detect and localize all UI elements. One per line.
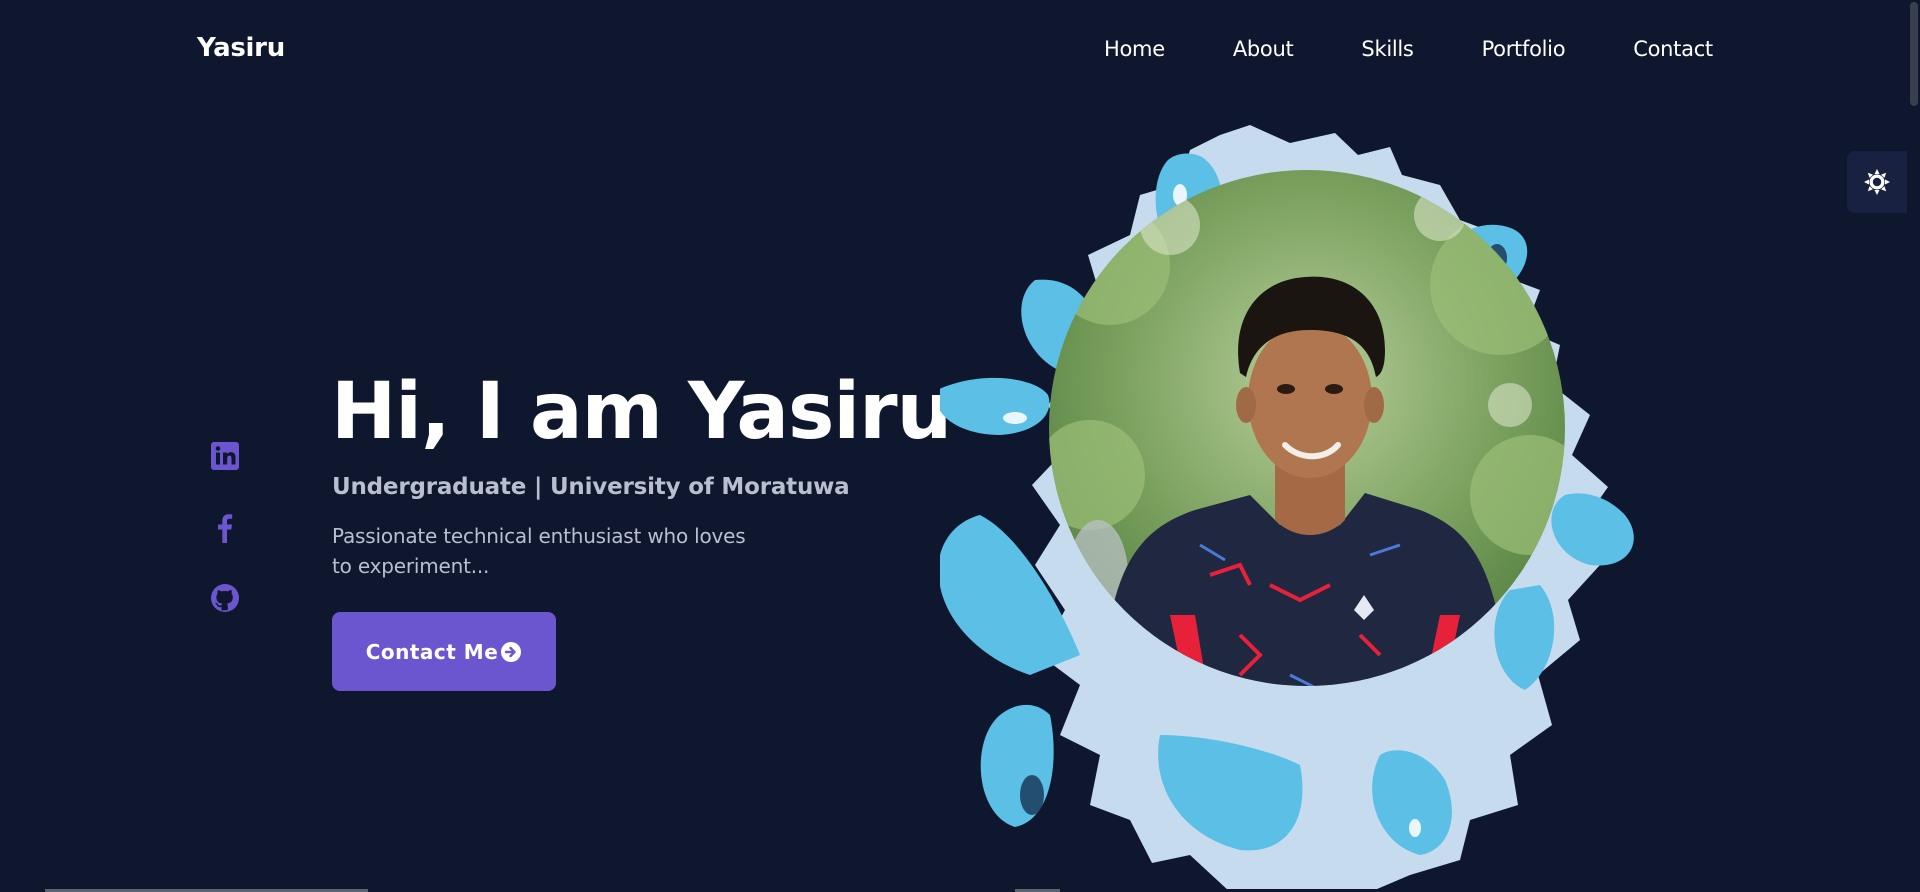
nav-about[interactable]: About xyxy=(1233,37,1294,61)
hero-description-line-1: Passionate technical enthusiast who love… xyxy=(332,524,746,548)
theme-toggle-button[interactable] xyxy=(1847,151,1907,213)
arrow-right-circle-icon xyxy=(500,641,522,663)
facebook-icon xyxy=(218,514,233,543)
linkedin-icon xyxy=(211,442,239,470)
hero-title: Hi, I am Yasiru xyxy=(331,367,952,457)
nav-home[interactable]: Home xyxy=(1104,37,1165,61)
facebook-link[interactable] xyxy=(210,512,242,544)
nav-contact[interactable]: Contact xyxy=(1633,37,1713,61)
github-icon xyxy=(211,584,239,612)
contact-me-label: Contact Me xyxy=(365,639,499,664)
nav-portfolio[interactable]: Portfolio xyxy=(1482,37,1566,61)
hero-image xyxy=(940,125,1634,892)
social-links xyxy=(210,441,242,654)
main-nav: Home About Skills Portfolio Contact xyxy=(1104,37,1713,61)
hero-description: Passionate technical enthusiast who love… xyxy=(332,521,802,581)
hero-description-line-2: to experiment... xyxy=(332,554,490,578)
scrollbar[interactable] xyxy=(1908,0,1920,892)
nav-skills[interactable]: Skills xyxy=(1361,37,1413,61)
sun-icon xyxy=(1864,169,1890,195)
contact-me-button[interactable]: Contact Me xyxy=(332,612,556,691)
github-link[interactable] xyxy=(210,583,242,615)
page: Yasiru Home About Skills Portfolio Conta… xyxy=(0,0,1920,892)
hero-subtitle: Undergraduate | University of Moratuwa xyxy=(332,474,850,500)
linkedin-link[interactable] xyxy=(210,441,242,473)
site-logo[interactable]: Yasiru xyxy=(197,33,285,63)
scrollbar-thumb[interactable] xyxy=(1910,2,1918,106)
